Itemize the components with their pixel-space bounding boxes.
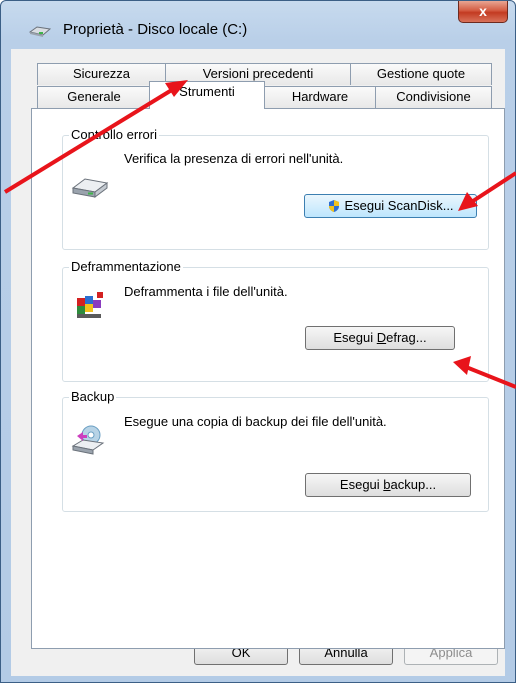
strumenti-tab-panel: Controllo errori Verifica la presenza di… <box>31 108 505 649</box>
error-check-group-label: Controllo errori <box>69 127 159 142</box>
tab-condivisione[interactable]: Condivisione <box>375 86 492 108</box>
defrag-group: Deframmentazione Deframmenta i file dell… <box>62 260 489 382</box>
error-check-group: Controllo errori Verifica la presenza di… <box>62 128 489 250</box>
defrag-button[interactable]: Esegui Defrag... <box>305 326 455 350</box>
tab-generale[interactable]: Generale <box>37 86 151 108</box>
defrag-button-label-prefix: Esegui <box>333 330 377 345</box>
defrag-icon <box>77 292 103 318</box>
properties-window: Proprietà - Disco locale (C:) x Sicurezz… <box>0 0 516 683</box>
backup-group: Backup Esegue una copia di backup dei fi… <box>62 390 489 512</box>
tab-label: Versioni precedenti <box>202 66 314 81</box>
defrag-group-label: Deframmentazione <box>69 259 183 274</box>
backup-group-label: Backup <box>69 389 117 404</box>
close-icon: x <box>479 3 487 19</box>
uac-shield-icon <box>329 200 340 212</box>
backup-button-accel: b <box>383 477 391 492</box>
scandisk-button[interactable]: Esegui ScanDisk... <box>304 194 477 218</box>
backup-button-label-suffix: ackup... <box>390 477 437 492</box>
drive-app-icon <box>29 26 51 37</box>
backup-description: Esegue una copia di backup dei file dell… <box>124 414 387 429</box>
tab-sicurezza[interactable]: Sicurezza <box>37 63 166 85</box>
tab-strumenti[interactable]: Strumenti <box>149 81 265 109</box>
window-title: Proprietà - Disco locale (C:) <box>63 21 248 38</box>
backup-button-label-prefix: Esegui <box>339 477 384 492</box>
tab-label: Gestione quote <box>376 66 466 81</box>
backup-icon <box>71 425 105 455</box>
defrag-button-accel: D <box>376 330 387 345</box>
tab-label: Hardware <box>291 89 349 104</box>
tab-hardware[interactable]: Hardware <box>264 86 376 108</box>
hard-drive-icon <box>71 178 109 198</box>
scandisk-button-label: Esegui ScanDisk... <box>344 198 454 213</box>
tab-label: Strumenti <box>179 84 235 99</box>
tab-label: Condivisione <box>396 89 471 104</box>
error-check-description: Verifica la presenza di errori nell'unit… <box>124 151 344 166</box>
defrag-description: Deframmenta i file dell'unità. <box>124 284 288 299</box>
title-bar[interactable]: Proprietà - Disco locale (C:) x <box>1 1 515 49</box>
close-button[interactable]: x <box>458 1 508 23</box>
tab-label: Sicurezza <box>72 66 131 81</box>
defrag-button-label-suffix: efrag... <box>386 330 427 345</box>
tab-gestione-quote[interactable]: Gestione quote <box>350 63 492 85</box>
backup-button[interactable]: Esegui backup... <box>305 473 471 497</box>
tab-label: Generale <box>67 89 121 104</box>
